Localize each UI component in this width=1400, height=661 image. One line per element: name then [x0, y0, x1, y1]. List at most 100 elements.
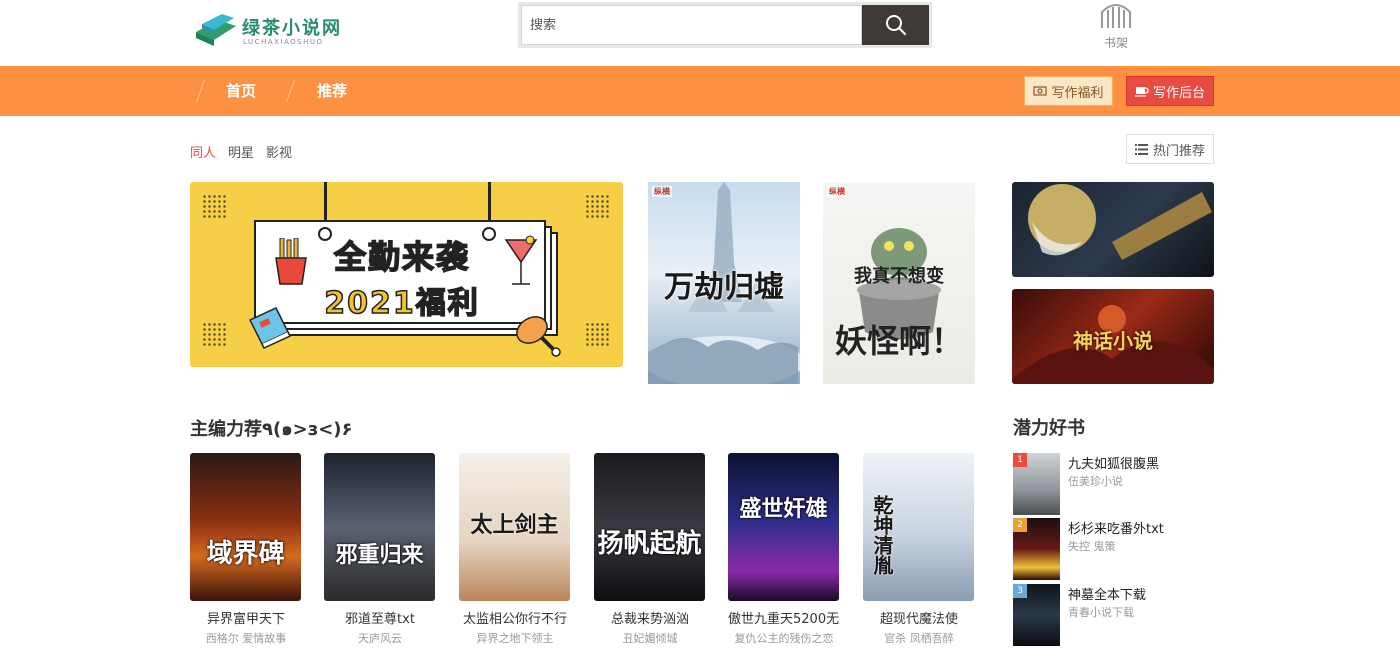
nav-item-recommend[interactable]: 推荐 — [317, 66, 347, 116]
bookshelf-label: 书架 — [1103, 36, 1128, 50]
drumstick-icon — [516, 316, 561, 357]
fries-icon — [275, 238, 307, 285]
book-title[interactable]: 太监相公你行不行 — [459, 608, 571, 627]
search-button[interactable] — [862, 5, 929, 45]
editor-picks-heading: 主编力荐٩(๑>з<)۶ — [190, 419, 353, 440]
moon-illustration — [1028, 184, 1212, 260]
book-card[interactable]: 域界碑 异界富甲天下 西格尔 爱情故事 — [190, 453, 302, 653]
ranked-book-title[interactable]: 杉杉来吃番外txt — [1068, 518, 1164, 537]
book-title[interactable]: 邪道至尊txt — [324, 608, 436, 627]
search-input[interactable] — [521, 5, 862, 45]
book-title[interactable]: 超现代魔法使 — [863, 608, 975, 627]
ranked-book-item[interactable]: 2 杉杉来吃番外txt 失控 鬼策 — [1013, 518, 1213, 580]
book-card[interactable]: 太上剑主 太监相公你行不行 异界之地下领主 — [459, 453, 571, 653]
nav-divider — [285, 80, 296, 102]
book-title[interactable]: 异界富甲天下 — [190, 608, 302, 627]
rank-badge: 1 — [1013, 453, 1027, 467]
promo-banner[interactable]: 全勤来袭 2021福利 — [190, 182, 623, 367]
decor-dots — [202, 194, 228, 220]
writing-benefits-label: 写作福利 — [1051, 85, 1104, 101]
category-tab-mingxing[interactable]: 明星 — [228, 142, 254, 161]
decor-dots — [585, 322, 611, 348]
board-string — [488, 182, 491, 222]
book-cover: 乾坤清胤 — [863, 453, 974, 601]
featured-book-subtitle: 我真不想变 — [854, 266, 944, 287]
book-author: 复仇公主的残伤之恋 — [734, 632, 834, 645]
board-string — [324, 182, 327, 222]
book-cover: 盛世奸雄 — [728, 453, 839, 601]
search-icon — [885, 15, 906, 36]
side-banner-title: 神话小说 — [1073, 329, 1153, 353]
hot-recommend-button[interactable]: 热门推荐 — [1126, 134, 1214, 164]
board-pin — [482, 227, 496, 241]
site-header: 绿茶小说网 LUCHAXIAOSHUO 书架 — [0, 0, 1400, 66]
book-cover-text: 域界碑 — [206, 539, 285, 569]
book-cover: 域界碑 — [190, 453, 301, 601]
logo-book-icon — [196, 14, 236, 46]
board-pin — [318, 227, 332, 241]
category-tab-yingshi[interactable]: 影视 — [266, 142, 292, 161]
publisher-badge: 纵横 — [652, 186, 672, 197]
featured-book-cover[interactable]: 纵横 万劫归墟 — [648, 182, 800, 384]
publisher-badge: 纵横 — [827, 186, 847, 197]
ranked-book-item[interactable]: 3 神墓全本下载 青春小说下载 — [1013, 584, 1213, 646]
book-cover: 太上剑主 — [459, 453, 570, 601]
writer-backend-label: 写作后台 — [1152, 85, 1205, 101]
book-card[interactable]: 扬帆起航 总裁来势汹汹 丑妃媚倾城 — [594, 453, 706, 653]
book-cover-text: 扬帆起航 — [597, 529, 702, 559]
category-tab-tongren[interactable]: 同人 — [190, 142, 216, 161]
list-icon — [1134, 143, 1148, 155]
bookshelf-icon — [1101, 4, 1131, 28]
rank-badge: 3 — [1013, 584, 1027, 598]
nav-item-home[interactable]: 首页 — [226, 66, 256, 116]
logo-text: 绿茶小说网 — [242, 18, 342, 39]
ranked-book-author: 伍美珍小说 — [1068, 475, 1123, 488]
featured-book-title: 妖怪啊！ — [834, 322, 963, 360]
book-card[interactable]: 乾坤清胤 超现代魔法使 官杀 凤栖吾醉 — [863, 453, 975, 653]
writer-backend-button[interactable]: 写作后台 — [1126, 76, 1214, 106]
ticket-icon — [1033, 86, 1048, 96]
book-cover: 邪重归来 — [324, 453, 435, 601]
cup-icon — [1134, 87, 1149, 97]
nav-divider — [195, 80, 206, 102]
side-banner[interactable] — [1012, 182, 1214, 277]
book-author: 异界之地下领主 — [476, 632, 554, 645]
book-card[interactable]: 邪重归来 邪道至尊txt 天庐风云 — [324, 453, 436, 653]
decor-dots — [202, 322, 228, 348]
rank-badge: 2 — [1013, 518, 1027, 532]
ranked-book-author: 青春小说下载 — [1068, 606, 1134, 619]
book-cover-text: 盛世奸雄 — [739, 497, 828, 522]
ranked-book-title[interactable]: 九夫如狐很腹黑 — [1068, 453, 1159, 472]
book-card[interactable]: 盛世奸雄 傲世九重天5200无广 复仇公主的残伤之恋 — [728, 453, 840, 653]
book-cover: 扬帆起航 — [594, 453, 705, 601]
book-cover-text: 乾坤清胤 — [870, 495, 894, 575]
book-title[interactable]: 傲世九重天5200无广 — [728, 608, 840, 627]
logo-subtext: LUCHAXIAOSHUO — [243, 38, 324, 46]
book-author: 西格尔 爱情故事 — [205, 632, 287, 645]
ranked-book-cover: 2 — [1013, 518, 1060, 580]
search-bar — [518, 2, 932, 48]
book-title[interactable]: 总裁来势汹汹 — [594, 608, 706, 627]
book-author: 丑妃媚倾城 — [622, 632, 678, 645]
site-logo[interactable]: 绿茶小说网 LUCHAXIAOSHUO — [192, 10, 352, 50]
decor-dots — [585, 194, 611, 220]
ranked-book-title[interactable]: 神墓全本下载 — [1068, 584, 1146, 603]
book-cover-text: 太上剑主 — [470, 513, 559, 538]
potential-books-heading: 潜力好书 — [1013, 418, 1085, 439]
drink-icon — [504, 235, 538, 285]
hot-recommend-label: 热门推荐 — [1152, 143, 1205, 159]
main-nav: 首页 推荐 写作福利 写作后台 — [0, 66, 1400, 116]
ranked-book-item[interactable]: 1 九夫如狐很腹黑 伍美珍小说 — [1013, 453, 1213, 515]
bookshelf-link[interactable]: 书架 — [1096, 0, 1136, 52]
ranked-book-author: 失控 鬼策 — [1068, 540, 1116, 553]
writing-benefits-button[interactable]: 写作福利 — [1024, 76, 1113, 106]
featured-book-title: 万劫归墟 — [664, 270, 784, 305]
book-icon — [248, 307, 292, 349]
book-cover-text: 邪重归来 — [335, 543, 424, 568]
book-author: 官杀 凤栖吾醉 — [884, 632, 954, 645]
side-banner[interactable]: 神话小说 — [1012, 289, 1214, 384]
ranked-book-cover: 1 — [1013, 453, 1060, 515]
book-author: 天庐风云 — [358, 632, 402, 645]
featured-book-cover[interactable]: 纵横 我真不想变 妖怪啊！ — [823, 182, 975, 384]
ranked-book-cover: 3 — [1013, 584, 1060, 646]
